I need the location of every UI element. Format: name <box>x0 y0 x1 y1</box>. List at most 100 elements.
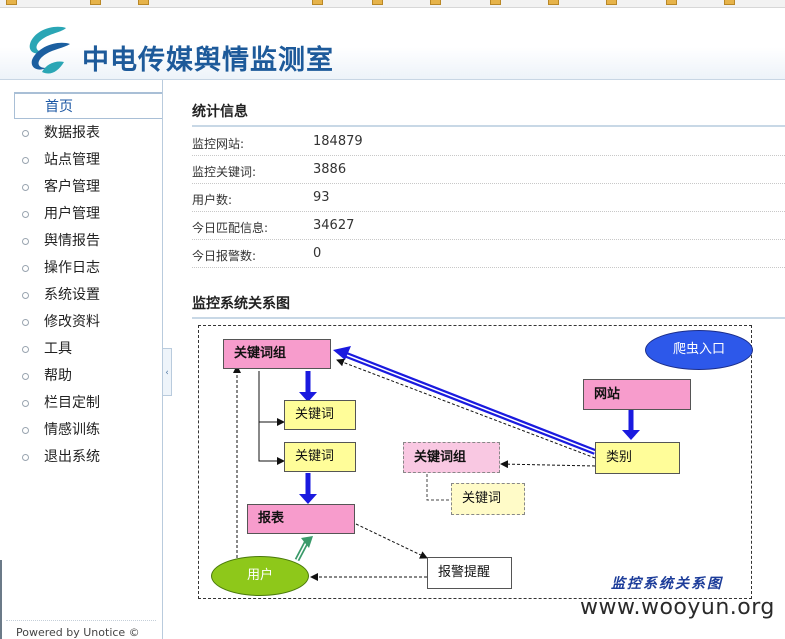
node-keyword: 关键词 <box>284 442 356 472</box>
node-label: 网站 <box>594 387 621 402</box>
bullet-icon <box>22 292 29 299</box>
node-label: 爬虫入口 <box>672 342 725 357</box>
favorite-item[interactable] <box>666 0 680 6</box>
favorite-item[interactable] <box>90 0 104 6</box>
bullet-icon <box>22 454 29 461</box>
diagram-title: 监控系统关系图 <box>192 296 290 312</box>
node-label: 关键词组 <box>414 450 467 465</box>
node-alert: 报警提醒 <box>427 557 512 589</box>
stat-label: 监控网站: <box>192 137 245 151</box>
arrowhead <box>622 430 640 440</box>
stat-label: 用户数: <box>192 193 233 207</box>
site-title: 中电传媒舆情监测室 <box>82 45 334 76</box>
sidebar-item-home[interactable]: 首页 <box>14 93 162 119</box>
node-label: 关键词 <box>295 407 335 422</box>
node-keyword-group: 关键词组 <box>223 339 331 369</box>
stat-row-monitored-keywords: 监控关键词: 3886 <box>192 156 785 184</box>
favorite-item[interactable] <box>312 0 326 6</box>
sidebar-item-label: 工具 <box>44 341 72 357</box>
node-label: 类别 <box>606 450 633 465</box>
stat-label: 监控关键词: <box>192 165 257 179</box>
favorite-item[interactable] <box>724 0 738 6</box>
page-header: 中电传媒舆情监测室 <box>0 8 785 80</box>
node-user: 用户 <box>211 556 309 596</box>
stat-row-users: 用户数: 93 <box>192 184 785 212</box>
sidebar-item-sentiment-report[interactable]: 舆情报告 <box>14 228 162 254</box>
favorite-item[interactable] <box>138 0 152 6</box>
favorite-item[interactable] <box>606 0 620 6</box>
sidebar-item-customer-management[interactable]: 客户管理 <box>14 174 162 200</box>
stat-row-today-matches: 今日匹配信息: 34627 <box>192 212 785 240</box>
stat-label: 今日匹配信息: <box>192 221 269 235</box>
node-label: 关键词 <box>295 449 335 464</box>
watermark: www.wooyun.org <box>580 595 775 620</box>
sidebar-item-help[interactable]: 帮助 <box>14 363 162 389</box>
sidebar-item-label: 舆情报告 <box>44 233 100 249</box>
bullet-icon <box>22 130 29 137</box>
sidebar-item-data-report[interactable]: 数据报表 <box>14 120 162 146</box>
sidebar-item-operation-log[interactable]: 操作日志 <box>14 255 162 281</box>
stat-value: 0 <box>313 246 322 261</box>
bullet-icon <box>22 346 29 353</box>
favorite-item[interactable] <box>430 0 444 6</box>
sidebar-item-label: 栏目定制 <box>44 395 100 411</box>
section-divider <box>192 125 785 127</box>
sidebar-item-user-management[interactable]: 用户管理 <box>14 201 162 227</box>
sidebar-item-site-management[interactable]: 站点管理 <box>14 147 162 173</box>
sidebar-item-label: 系统设置 <box>44 287 100 303</box>
sidebar-item-column-customize[interactable]: 栏目定制 <box>14 390 162 416</box>
node-keyword-group-secondary: 关键词组 <box>403 442 500 473</box>
window-edge <box>0 560 2 639</box>
bullet-icon <box>22 157 29 164</box>
dashed-tree-line <box>426 474 451 501</box>
stat-label: 今日报警数: <box>192 249 257 263</box>
node-label: 关键词组 <box>234 346 287 361</box>
stat-row-monitored-sites: 监控网站: 184879 <box>192 128 785 156</box>
sidebar-collapse-toggle[interactable]: ‹ <box>163 348 172 396</box>
node-keyword-secondary: 关键词 <box>451 483 525 515</box>
node-crawler-entry: 爬虫入口 <box>645 330 753 370</box>
sidebar-item-system-settings[interactable]: 系统设置 <box>14 282 162 308</box>
sidebar: 首页 数据报表 站点管理 客户管理 用户管理 舆情报告 操作日志 系统设置 修改… <box>0 80 163 639</box>
dashed-arrow-category-to-group2 <box>500 460 596 469</box>
sidebar-item-logout[interactable]: 退出系统 <box>14 444 162 470</box>
node-report: 报表 <box>247 504 355 534</box>
arrow-category-to-group-inner <box>343 353 596 453</box>
stats-title: 统计信息 <box>192 104 248 120</box>
favorite-item[interactable] <box>490 0 504 6</box>
diagram-caption: 监控系统关系图 <box>611 576 723 592</box>
sidebar-item-label: 用户管理 <box>44 206 100 222</box>
tree-line <box>258 422 285 465</box>
sidebar-item-label: 帮助 <box>44 368 72 384</box>
sidebar-item-tools[interactable]: 工具 <box>14 336 162 362</box>
node-label: 报警提醒 <box>438 565 491 580</box>
sidebar-item-label: 修改资料 <box>44 314 100 330</box>
bullet-icon <box>22 319 29 326</box>
node-website: 网站 <box>583 379 691 410</box>
sidebar-item-label: 操作日志 <box>44 260 100 276</box>
sidebar-item-label: 情感训练 <box>44 422 100 438</box>
favorites-bar <box>0 0 785 8</box>
chevron-left-icon: ‹ <box>165 368 169 378</box>
stat-row-today-alerts: 今日报警数: 0 <box>192 240 785 268</box>
sidebar-item-sentiment-training[interactable]: 情感训练 <box>14 417 162 443</box>
sidebar-item-label: 客户管理 <box>44 179 100 195</box>
node-keyword: 关键词 <box>284 400 356 430</box>
dashed-arrow-report-to-alert <box>355 523 428 559</box>
sidebar-item-edit-profile[interactable]: 修改资料 <box>14 309 162 335</box>
bullet-icon <box>22 238 29 245</box>
sidebar-divider <box>14 80 162 93</box>
sidebar-item-label: 数据报表 <box>44 125 100 141</box>
tree-line <box>258 371 285 426</box>
favorite-item[interactable] <box>548 0 562 6</box>
bullet-icon <box>22 400 29 407</box>
node-category: 类别 <box>595 442 680 474</box>
bullet-icon <box>22 373 29 380</box>
section-divider <box>192 317 785 319</box>
stat-value: 34627 <box>313 218 355 233</box>
favorite-item[interactable] <box>372 0 386 6</box>
sidebar-item-label: 首页 <box>45 99 73 115</box>
footer-text: Powered by Unotice © <box>16 626 140 639</box>
bullet-icon <box>22 184 29 191</box>
favorite-item[interactable] <box>6 0 20 6</box>
